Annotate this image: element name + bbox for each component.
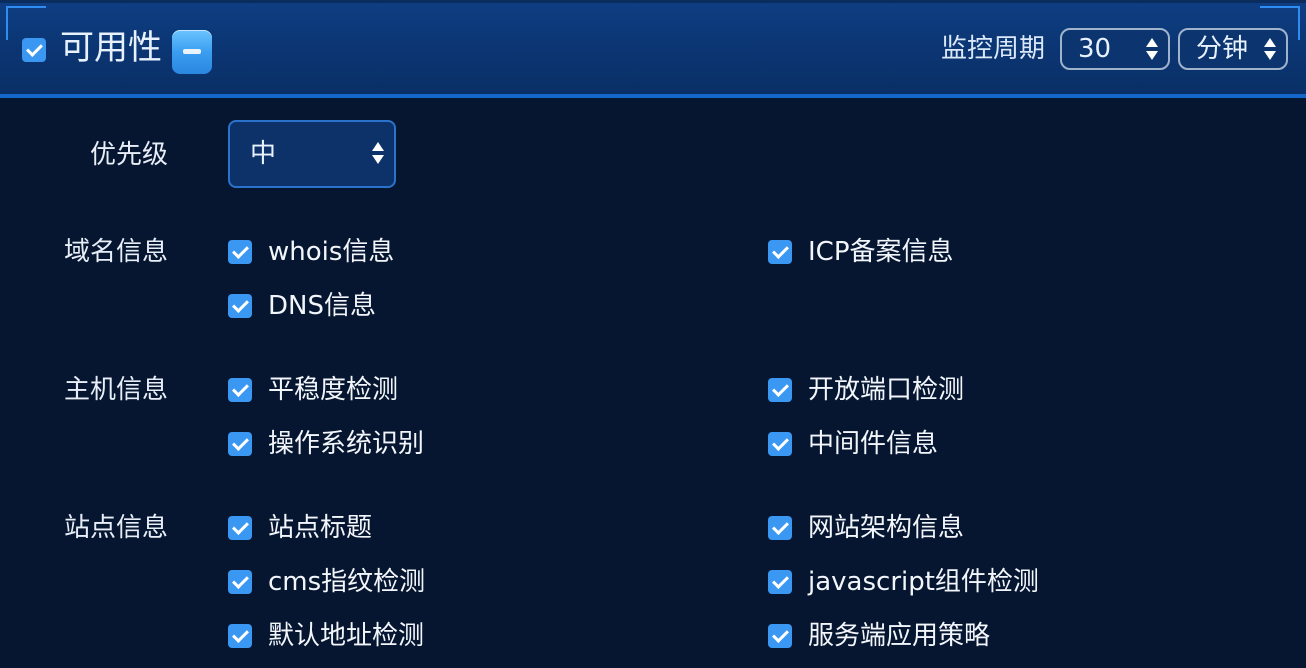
monitor-period-label: 监控周期 <box>941 34 1046 64</box>
group-label-site: 站点信息 <box>63 513 168 543</box>
checkbox-open-ports[interactable] <box>768 378 792 402</box>
option-label: 平稳度检测 <box>268 375 399 405</box>
checkbox-cms-fingerprint[interactable] <box>228 570 252 594</box>
select-arrows-icon <box>1146 38 1158 60</box>
checkbox-js-components[interactable] <box>768 570 792 594</box>
monitor-period-unit-select[interactable]: 分钟 <box>1178 28 1288 70</box>
collapse-button[interactable] <box>172 30 212 74</box>
option-label: 服务端应用策略 <box>808 621 991 651</box>
header-top-border <box>0 0 1306 3</box>
checkbox-icp[interactable] <box>768 240 792 264</box>
monitor-period-select[interactable]: 30 <box>1060 28 1170 70</box>
minus-icon <box>183 49 201 54</box>
option-label: DNS信息 <box>268 291 376 321</box>
option-label: 网站架构信息 <box>808 513 965 543</box>
checkbox-server-policy[interactable] <box>768 624 792 648</box>
option-label: whois信息 <box>268 237 395 267</box>
option-label: 站点标题 <box>268 513 373 543</box>
option-label: 默认地址检测 <box>268 621 425 651</box>
checkbox-whois[interactable] <box>228 240 252 264</box>
checkbox-os-detection[interactable] <box>228 432 252 456</box>
priority-label: 优先级 <box>89 140 168 170</box>
option-label: javascript组件检测 <box>808 567 1039 597</box>
checkbox-stability[interactable] <box>228 378 252 402</box>
option-label: cms指纹检测 <box>268 567 426 597</box>
checkbox-site-title[interactable] <box>228 516 252 540</box>
priority-value: 中 <box>250 139 277 169</box>
select-arrows-icon <box>1264 38 1276 60</box>
checkbox-site-architecture[interactable] <box>768 516 792 540</box>
monitor-period-value: 30 <box>1078 34 1112 64</box>
panel-header: 可用性 监控周期 30 分钟 <box>0 0 1306 98</box>
group-label-host: 主机信息 <box>63 375 168 405</box>
checkbox-dns[interactable] <box>228 294 252 318</box>
option-label: ICP备案信息 <box>808 237 954 267</box>
checkbox-middleware[interactable] <box>768 432 792 456</box>
corner-decoration-left <box>6 6 46 40</box>
priority-select[interactable]: 中 <box>228 120 396 188</box>
checkbox-default-address[interactable] <box>228 624 252 648</box>
group-label-domain: 域名信息 <box>63 237 168 267</box>
monitor-period-unit-value: 分钟 <box>1196 34 1249 64</box>
option-label: 操作系统识别 <box>268 429 425 459</box>
select-arrows-icon <box>372 142 384 164</box>
option-label: 中间件信息 <box>808 429 939 459</box>
panel-title: 可用性 <box>60 28 162 68</box>
option-label: 开放端口检测 <box>808 375 965 405</box>
availability-checkbox[interactable] <box>22 38 46 62</box>
